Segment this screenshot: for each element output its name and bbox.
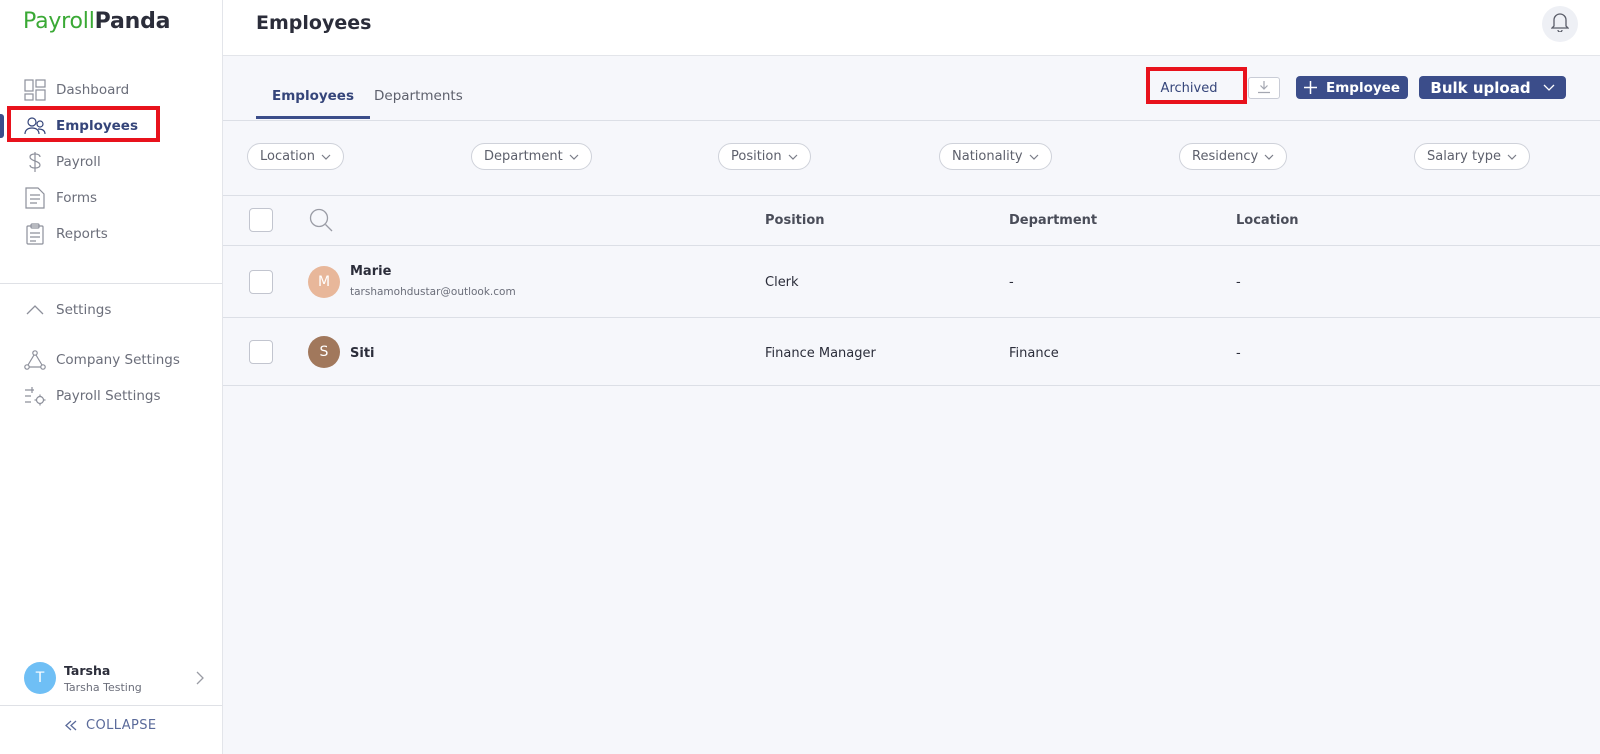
collapse-divider (0, 705, 222, 706)
row-checkbox[interactable] (249, 340, 273, 364)
main-nav: Dashboard Employees Payroll Forms Report… (0, 72, 222, 252)
settings-toggle[interactable]: Settings (0, 292, 222, 328)
filter-salary-type[interactable]: Salary type (1414, 143, 1531, 170)
collapse-label: COLLAPSE (86, 718, 157, 733)
chevron-up-icon (24, 299, 46, 321)
add-employee-button[interactable]: Employee (1296, 76, 1408, 99)
settings-nav: Settings Company Settings Payroll Settin… (0, 292, 222, 414)
filter-department[interactable]: Department (471, 143, 592, 170)
chevron-down-icon (1029, 154, 1039, 160)
chevron-down-icon (1264, 154, 1274, 160)
user-org: Tarsha Testing (64, 680, 142, 694)
collapse-button[interactable]: COLLAPSE (0, 718, 222, 733)
chevron-down-icon (569, 154, 579, 160)
table-row[interactable]: S Siti Finance Manager Finance - (223, 318, 1600, 386)
user-profile[interactable]: T Tarsha Tarsha Testing (24, 658, 204, 698)
cell-position: Finance Manager (765, 346, 876, 361)
bulk-upload-button[interactable]: Bulk upload (1419, 76, 1566, 99)
sidebar-divider (0, 283, 222, 284)
bulk-upload-label: Bulk upload (1430, 78, 1531, 97)
sidebar-item-dashboard[interactable]: Dashboard (0, 72, 222, 108)
avatar: S (308, 336, 340, 368)
employee-name[interactable]: Siti (350, 346, 375, 361)
avatar: M (308, 266, 340, 298)
tab-departments[interactable]: Departments (358, 88, 479, 116)
cell-location: - (1236, 346, 1241, 361)
filter-label: Position (731, 149, 782, 164)
sidebar-item-label: Forms (56, 190, 98, 206)
sidebar-item-company-settings[interactable]: Company Settings (0, 342, 222, 378)
filter-label: Location (260, 149, 315, 164)
download-button[interactable] (1248, 77, 1280, 99)
logo-part-1: Payroll (23, 9, 95, 34)
chevron-down-icon (1531, 79, 1555, 97)
search-icon[interactable] (309, 208, 333, 236)
sidebar-item-employees[interactable]: Employees (0, 108, 222, 144)
employee-name[interactable]: Marie (350, 264, 391, 279)
column-header-position[interactable]: Position (765, 213, 825, 228)
select-all-checkbox[interactable] (249, 208, 273, 232)
document-icon (24, 187, 46, 209)
bell-icon (1550, 12, 1570, 36)
notifications-button[interactable] (1542, 6, 1578, 42)
table-header: Position Department Location (223, 196, 1600, 246)
chevron-down-icon (321, 154, 331, 160)
sidebar-item-payroll-settings[interactable]: Payroll Settings (0, 378, 222, 414)
filter-label: Department (484, 149, 563, 164)
table-row[interactable]: M Marie tarshamohdustar@outlook.com Cler… (223, 246, 1600, 318)
chevron-down-icon (1507, 154, 1517, 160)
cell-department: Finance (1009, 346, 1059, 361)
dollar-gear-icon (24, 385, 46, 407)
sidebar-item-label: Reports (56, 226, 108, 242)
filter-label: Residency (1192, 149, 1259, 164)
double-chevron-left-icon (65, 718, 86, 733)
sidebar-item-label: Company Settings (56, 352, 180, 368)
dashboard-icon (24, 79, 46, 101)
employee-email: tarshamohdustar@outlook.com (350, 286, 516, 298)
user-name: Tarsha (64, 662, 111, 678)
cell-position: Clerk (765, 275, 799, 290)
row-checkbox[interactable] (249, 270, 273, 294)
sidebar-item-label: Payroll (56, 154, 101, 170)
main-content: Employees Departments Archived Employee … (223, 56, 1600, 754)
logo-part-2: Panda (94, 9, 171, 34)
avatar: T (24, 662, 56, 694)
download-icon (1257, 79, 1271, 98)
sidebar-item-forms[interactable]: Forms (0, 180, 222, 216)
filter-label: Salary type (1427, 149, 1502, 164)
column-header-location[interactable]: Location (1236, 213, 1299, 228)
filter-label: Nationality (952, 149, 1023, 164)
tab-employees[interactable]: Employees (256, 88, 371, 119)
sidebar-item-payroll[interactable]: Payroll (0, 144, 222, 180)
filter-bar: Location Department Position Nationality… (223, 121, 1600, 196)
clipboard-icon (24, 223, 46, 245)
sidebar: PayrollPanda Dashboard Employees Payroll… (0, 0, 223, 754)
sidebar-item-reports[interactable]: Reports (0, 216, 222, 252)
app-logo[interactable]: PayrollPanda (23, 9, 170, 34)
settings-label: Settings (56, 302, 112, 318)
add-employee-label: Employee (1326, 79, 1400, 96)
people-icon (24, 115, 46, 137)
tabs-bar: Employees Departments Archived Employee … (223, 56, 1600, 121)
page-title: Employees (256, 12, 372, 34)
filter-residency[interactable]: Residency (1179, 143, 1288, 170)
cell-location: - (1236, 275, 1241, 290)
filter-position[interactable]: Position (718, 143, 811, 170)
sidebar-item-label: Employees (56, 118, 139, 134)
filter-location[interactable]: Location (247, 143, 344, 170)
dollar-icon (24, 151, 46, 173)
filter-nationality[interactable]: Nationality (939, 143, 1052, 170)
column-header-department[interactable]: Department (1009, 213, 1097, 228)
sidebar-item-label: Dashboard (56, 82, 130, 98)
cell-department: - (1009, 275, 1014, 290)
user-info: Tarsha Tarsha Testing (64, 663, 142, 694)
top-header: Employees (223, 0, 1600, 56)
archived-button[interactable]: Archived (1148, 77, 1230, 99)
plus-icon (1304, 80, 1326, 96)
chevron-right-icon (196, 670, 204, 689)
chevron-down-icon (788, 154, 798, 160)
network-icon (24, 349, 46, 371)
sidebar-item-label: Payroll Settings (56, 388, 161, 404)
